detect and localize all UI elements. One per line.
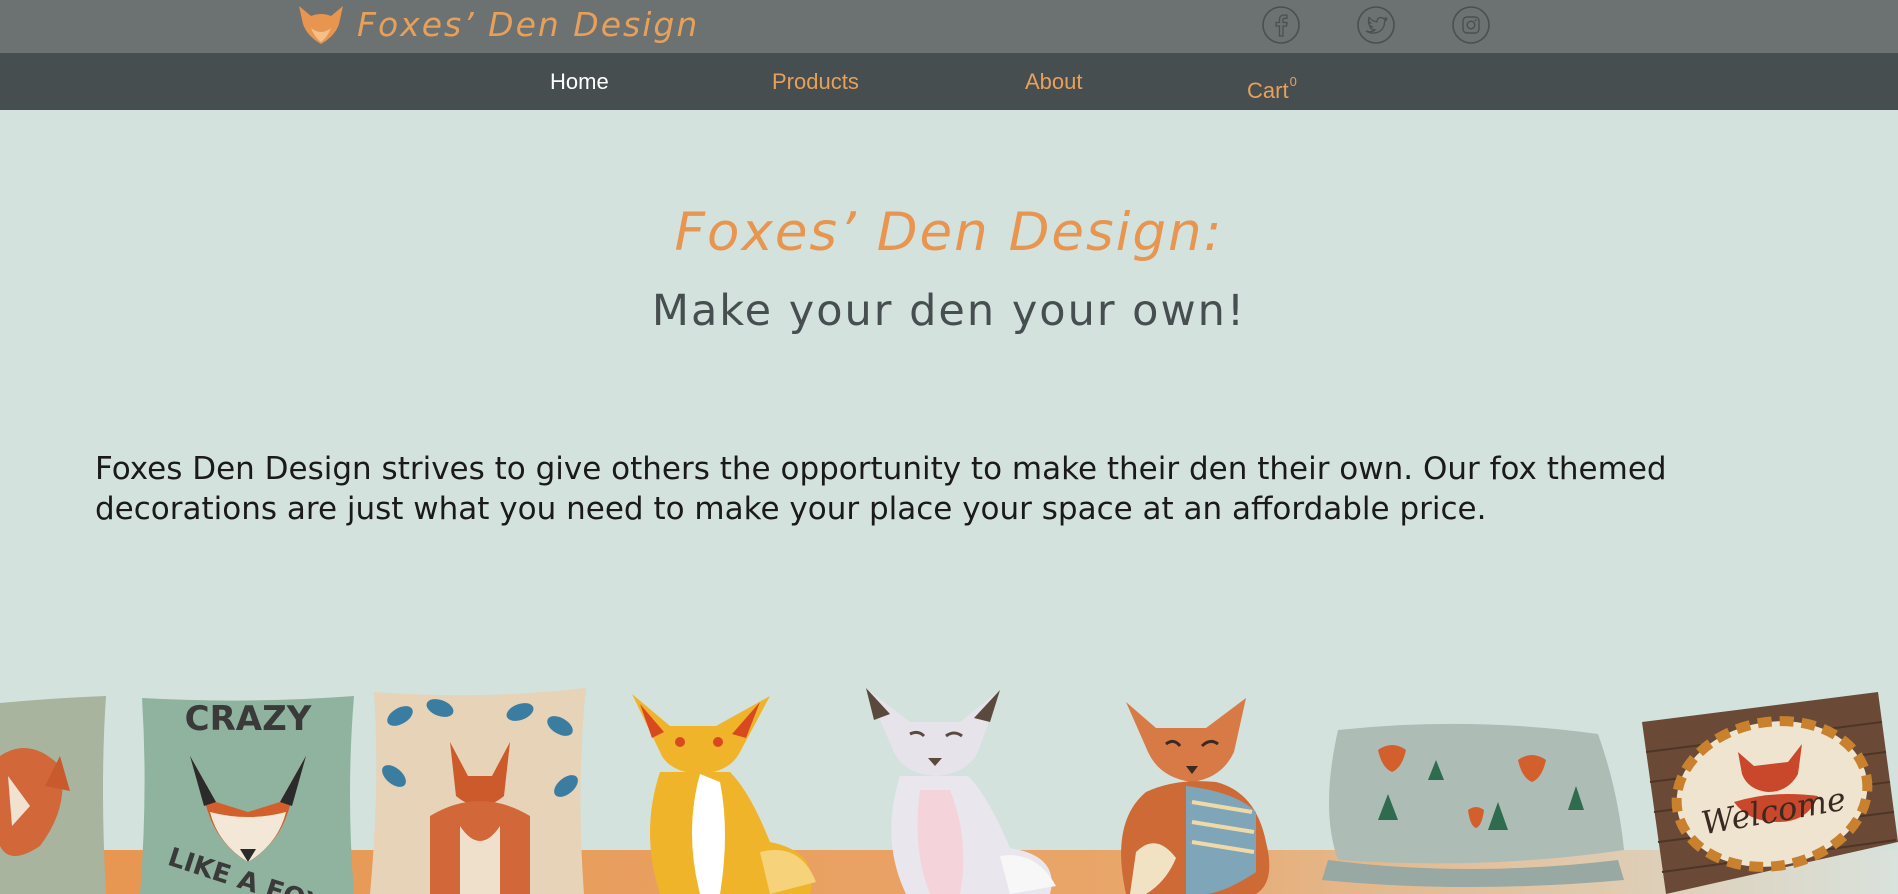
nav-home[interactable]: Home xyxy=(550,53,609,110)
top-bar: Foxes’ Den Design xyxy=(0,0,1898,53)
brand-name: Foxes’ Den Design xyxy=(357,4,700,44)
leaf-fox-pillow-image xyxy=(370,688,586,894)
intro-text: Foxes Den Design strives to give others … xyxy=(95,451,1667,527)
facebook-icon xyxy=(1262,6,1300,44)
nav-products[interactable]: Products xyxy=(772,53,859,110)
pillow-text-top: CRAZY xyxy=(185,699,312,739)
instagram-icon xyxy=(1452,6,1490,44)
grey-fox-plush-image xyxy=(866,688,1056,894)
twitter-icon xyxy=(1357,6,1395,44)
yellow-fox-plush-image xyxy=(632,694,816,894)
crazy-like-a-fox-pillow-image: CRAZY LIKE A FOX xyxy=(140,696,354,894)
twitter-link[interactable] xyxy=(1357,6,1395,44)
fox-logo-icon xyxy=(299,6,343,44)
knitted-fox-image xyxy=(1121,698,1270,894)
hero-subtitle: Make your den your own! xyxy=(651,286,1247,336)
nav-about[interactable]: About xyxy=(1025,53,1083,110)
fox-pillow-image xyxy=(0,696,106,894)
brand-link[interactable]: Foxes’ Den Design xyxy=(297,0,699,48)
cart-count-badge: 0 xyxy=(1289,74,1297,89)
nav-cart[interactable]: Cart0 xyxy=(1247,53,1297,110)
nav-cart-label: Cart xyxy=(1247,78,1289,103)
main-nav: Home Products About Cart0 xyxy=(0,53,1898,110)
fox-blanket-image xyxy=(1322,723,1624,887)
facebook-link[interactable] xyxy=(1262,6,1300,44)
welcome-doormat-image: Welcome xyxy=(1642,692,1898,894)
product-image-strip: CRAZY LIKE A FOX Welcome xyxy=(0,676,1898,894)
hero-title: Foxes’ Den Design: xyxy=(674,202,1224,263)
instagram-link[interactable] xyxy=(1452,6,1490,44)
